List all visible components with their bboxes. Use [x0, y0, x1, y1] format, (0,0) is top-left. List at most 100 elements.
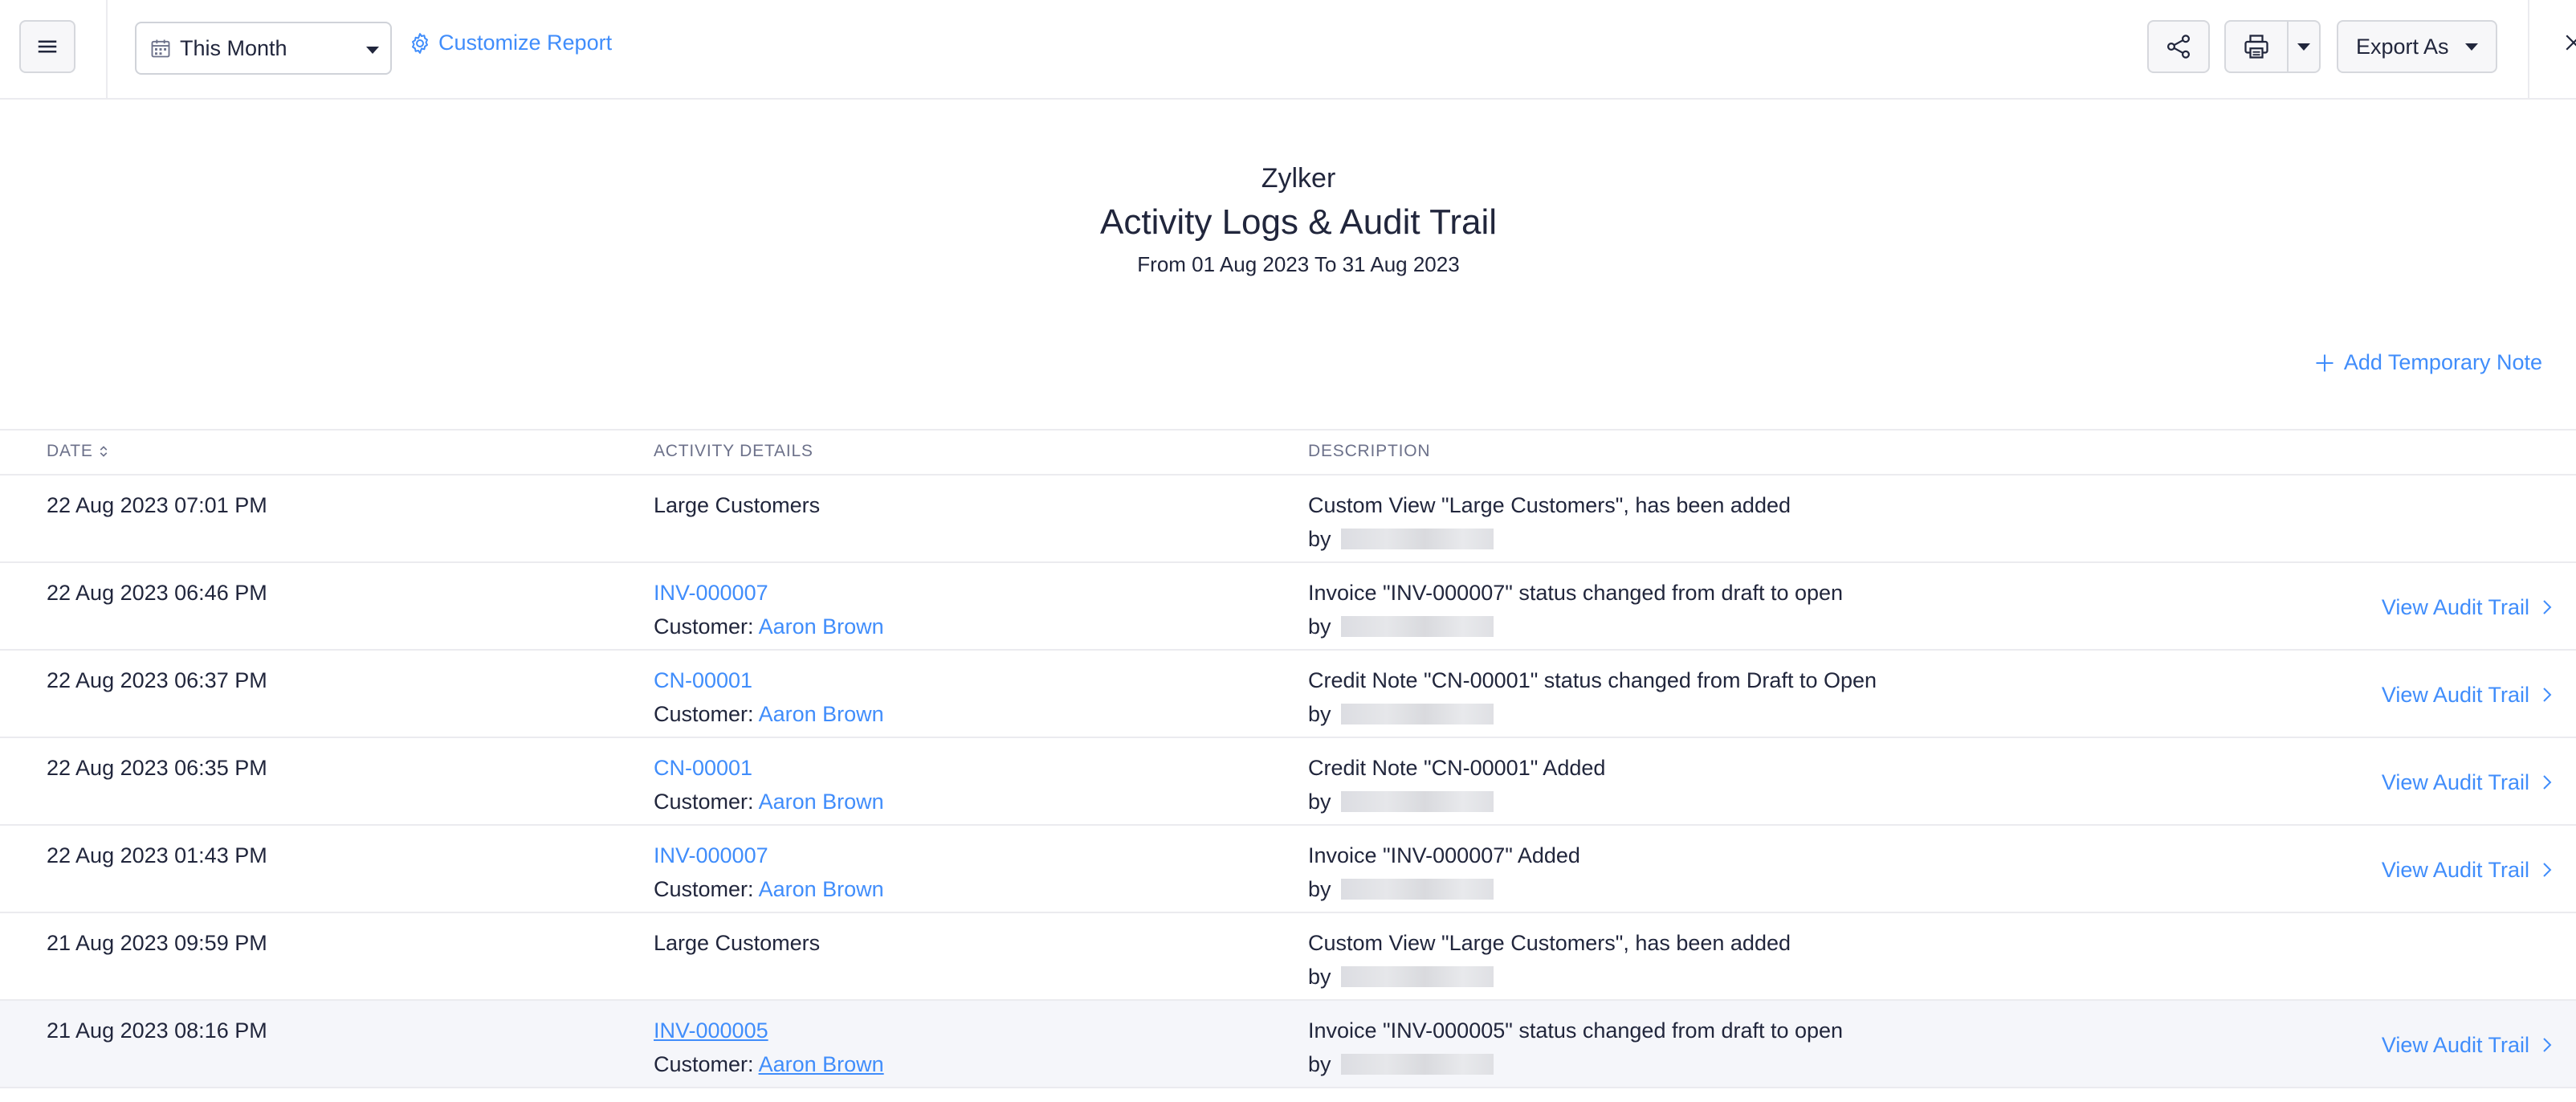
activity-name: Large Customers	[654, 931, 821, 955]
table-row: 21 Aug 2023 09:59 PM Large Customers Custo…	[0, 913, 2576, 1001]
add-temporary-note-link[interactable]: Add Temporary Note	[2313, 350, 2542, 375]
view-audit-trail-label: View Audit Trail	[2381, 858, 2529, 882]
description-text: Custom View "Large Customers", has been …	[1308, 931, 1791, 955]
transaction-link[interactable]: CN-00001	[654, 751, 884, 785]
chevron-right-icon	[2543, 600, 2552, 614]
activity-date: 22 Aug 2023 06:37 PM	[47, 668, 267, 692]
activity-description: Invoice "INV-000007" status changed from…	[1308, 576, 1843, 643]
table-row: 22 Aug 2023 01:43 PM INV-000007 Customer: …	[0, 826, 2576, 913]
period-select-value: This Month	[180, 35, 287, 60]
customer-line: Customer: Aaron Brown	[654, 610, 884, 643]
table-row: 21 Aug 2023 08:16 PM INV-000005 Customer: …	[0, 1001, 2576, 1088]
performed-by: by	[1308, 610, 1843, 643]
export-as-button[interactable]: Export As	[2337, 20, 2497, 73]
transaction-link[interactable]: INV-000007	[654, 839, 884, 872]
customer-link[interactable]: Aaron Brown	[759, 614, 884, 639]
performed-by: by	[1308, 960, 1791, 994]
customer-link[interactable]: Aaron Brown	[759, 1052, 884, 1076]
table-header: DATE ACTIVITY DETAILS DESCRIPTION	[0, 429, 2576, 475]
share-button[interactable]	[2147, 20, 2210, 73]
activity-details: INV-000005 Customer: Aaron Brown	[654, 1014, 884, 1081]
report-title: Activity Logs & Audit Trail	[1100, 202, 1497, 242]
calendar-icon	[151, 39, 170, 58]
transaction-link[interactable]: INV-000005	[654, 1014, 884, 1047]
customize-report-link[interactable]: Customize Report	[408, 31, 612, 55]
column-header-activity-details: ACTIVITY DETAILS	[654, 442, 813, 460]
view-audit-trail-link[interactable]: View Audit Trail	[2382, 765, 2557, 799]
redacted-user-name	[1340, 704, 1494, 724]
chevron-right-icon	[2543, 863, 2552, 877]
activity-details: Large Customers	[654, 926, 820, 960]
activity-description: Invoice "INV-000007" Added by	[1308, 839, 1580, 906]
report-date-range: From 01 Aug 2023 To 31 Aug 2023	[1137, 252, 1460, 276]
print-button[interactable]	[2226, 22, 2289, 71]
transaction-link[interactable]: CN-00001	[654, 663, 884, 697]
customer-line: Customer: Aaron Brown	[654, 1047, 884, 1081]
view-audit-trail-label: View Audit Trail	[2381, 595, 2529, 619]
gear-icon	[412, 32, 428, 54]
menu-button[interactable]	[19, 20, 75, 73]
activity-date: 22 Aug 2023 06:46 PM	[47, 581, 267, 605]
toolbar-divider	[106, 0, 108, 100]
performed-by: by	[1308, 697, 1877, 731]
customize-report-label: Customize Report	[438, 31, 613, 55]
chevron-down-icon	[2465, 43, 2478, 51]
export-as-label: Export As	[2356, 34, 2449, 59]
view-audit-trail-label: View Audit Trail	[2381, 683, 2529, 707]
transaction-link[interactable]: INV-000007	[654, 576, 884, 610]
redacted-user-name	[1340, 529, 1494, 549]
print-button-group	[2224, 20, 2321, 73]
activity-details: Large Customers	[654, 488, 820, 522]
column-header-date[interactable]: DATE	[47, 442, 109, 461]
activity-details: CN-00001 Customer: Aaron Brown	[654, 663, 884, 731]
description-text: Credit Note "CN-00001" Added	[1308, 756, 1606, 780]
by-label: by	[1308, 527, 1331, 551]
by-label: by	[1308, 877, 1331, 901]
activity-date: 22 Aug 2023 07:01 PM	[47, 493, 267, 517]
activity-date: 22 Aug 2023 06:35 PM	[47, 756, 267, 780]
view-audit-trail-label: View Audit Trail	[2381, 770, 2529, 794]
share-icon	[2166, 35, 2191, 59]
activity-details: INV-000007 Customer: Aaron Brown	[654, 576, 884, 643]
view-audit-trail-link[interactable]: View Audit Trail	[2382, 678, 2557, 712]
activity-description: Credit Note "CN-00001" status changed fr…	[1308, 663, 1877, 731]
period-select[interactable]: This Month	[135, 22, 392, 75]
chevron-right-icon	[2543, 1038, 2552, 1052]
toolbar-divider	[2528, 0, 2529, 100]
hamburger-menu-icon	[38, 40, 57, 53]
print-options-dropdown[interactable]	[2289, 22, 2319, 71]
description-text: Credit Note "CN-00001" status changed fr…	[1308, 668, 1877, 692]
view-audit-trail-link[interactable]: View Audit Trail	[2382, 853, 2557, 887]
description-text: Invoice "INV-000005" status changed from…	[1308, 1018, 1844, 1043]
customer-link[interactable]: Aaron Brown	[759, 790, 884, 814]
customer-prefix: Customer:	[654, 877, 754, 901]
chevron-right-icon	[2543, 775, 2552, 790]
close-button[interactable]	[2562, 31, 2576, 63]
customer-link[interactable]: Aaron Brown	[759, 702, 884, 726]
view-audit-trail-link[interactable]: View Audit Trail	[2382, 1028, 2557, 1062]
view-audit-trail-link[interactable]: View Audit Trail	[2382, 590, 2557, 624]
chevron-down-icon	[366, 47, 379, 54]
activity-details: INV-000007 Customer: Aaron Brown	[654, 839, 884, 906]
description-text: Invoice "INV-000007" status changed from…	[1308, 581, 1844, 605]
report-toolbar: This Month Customize Report Export As	[0, 0, 2576, 100]
customer-link[interactable]: Aaron Brown	[759, 877, 884, 901]
by-label: by	[1308, 965, 1331, 989]
customer-prefix: Customer:	[654, 702, 754, 726]
by-label: by	[1308, 614, 1331, 639]
redacted-user-name	[1340, 791, 1494, 812]
performed-by: by	[1308, 872, 1580, 906]
activity-date: 21 Aug 2023 08:16 PM	[47, 1018, 267, 1043]
customer-prefix: Customer:	[654, 614, 754, 639]
close-icon	[2566, 35, 2576, 51]
performed-by: by	[1308, 522, 1791, 556]
column-header-description: DESCRIPTION	[1308, 442, 1431, 460]
chevron-right-icon	[2543, 688, 2552, 702]
by-label: by	[1308, 1052, 1331, 1076]
table-body: 22 Aug 2023 07:01 PM Large Customers Custo…	[0, 475, 2576, 1088]
add-temporary-note-label: Add Temporary Note	[2343, 350, 2542, 374]
activity-description: Custom View "Large Customers", has been …	[1308, 926, 1791, 994]
activity-description: Custom View "Large Customers", has been …	[1308, 488, 1791, 556]
redacted-user-name	[1340, 879, 1494, 900]
table-row: 22 Aug 2023 06:46 PM INV-000007 Customer: …	[0, 563, 2576, 651]
